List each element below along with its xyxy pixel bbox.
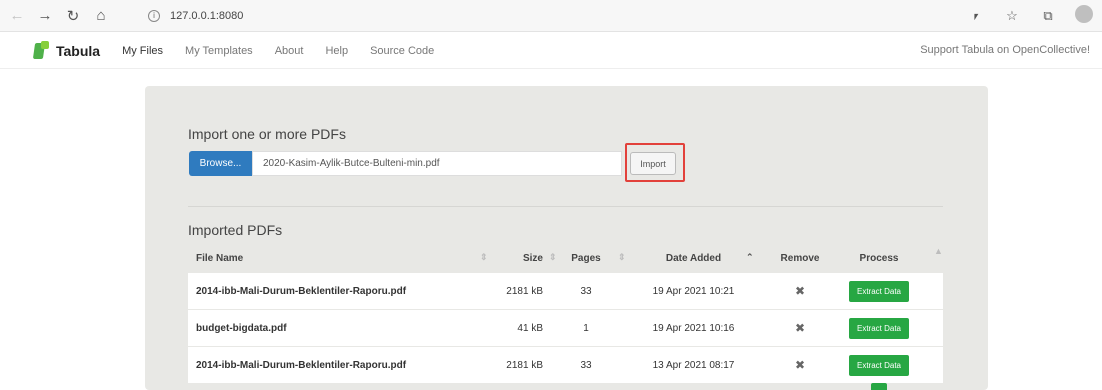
browse-button[interactable]: Browse... (189, 151, 252, 176)
col-date-added[interactable]: Date Added (621, 253, 766, 264)
forward-icon[interactable]: → (34, 5, 56, 27)
sort-icon[interactable]: ⇕ (549, 252, 557, 263)
home-icon[interactable]: ⌂ (90, 5, 112, 27)
scroll-up-icon[interactable]: ▲ (934, 246, 943, 256)
table-row: 2014-ibb-Mali-Durum-Beklentiler-Raporu.p… (188, 272, 943, 309)
date-added: 13 Apr 2021 08:17 (652, 359, 735, 371)
sort-up-icon[interactable]: ⌃ (746, 252, 754, 263)
browser-toolbar: ← → ↻ ⌂ i 127.0.0.1:8080 ⎖ ☆ ⧉ (0, 0, 1102, 32)
file-input[interactable]: 2020-Kasim-Aylik-Butce-Bulteni-min.pdf (252, 151, 622, 176)
file-size: 2181 kB (506, 285, 543, 297)
extract-data-button[interactable]: Extract Data (848, 317, 909, 339)
extract-data-button[interactable]: Extract Data (848, 354, 909, 376)
logo-text: Tabula (56, 42, 101, 59)
reader-icon[interactable]: ⎖ (966, 8, 986, 24)
file-size: 41 kB (517, 322, 543, 334)
col-remove: Remove (780, 252, 820, 264)
file-size: 2181 kB (506, 359, 543, 371)
remove-icon[interactable]: ✖ (795, 358, 805, 372)
import-button[interactable]: Import (630, 152, 676, 175)
col-pages[interactable]: Pages (551, 253, 621, 264)
page-count: 33 (580, 359, 592, 371)
extract-data-button-partial[interactable] (871, 383, 887, 390)
profile-icon[interactable] (1074, 5, 1094, 26)
date-added: 19 Apr 2021 10:21 (652, 285, 735, 297)
nav-my-templates[interactable]: My Templates (185, 45, 253, 57)
url-text: 127.0.0.1:8080 (170, 10, 244, 22)
pdf-table: File Name Size Pages Date Added Remove P… (188, 244, 943, 390)
table-row: budget-bigdata.pdf 41 kB 1 19 Apr 2021 1… (188, 309, 943, 346)
address-bar[interactable]: i 127.0.0.1:8080 (148, 6, 948, 26)
nav-about[interactable]: About (275, 45, 304, 57)
import-title: Import one or more PDFs (188, 126, 346, 142)
date-added: 19 Apr 2021 10:16 (652, 322, 735, 334)
extract-data-button[interactable]: Extract Data (848, 280, 909, 302)
col-process: Process (859, 252, 899, 264)
tabula-logo[interactable]: Tabula (32, 40, 101, 61)
remove-icon[interactable]: ✖ (795, 284, 805, 298)
collections-icon[interactable]: ⧉ (1038, 8, 1058, 24)
file-name[interactable]: budget-bigdata.pdf (188, 323, 488, 334)
favorites-icon[interactable]: ☆ (1002, 8, 1022, 24)
sort-icon[interactable]: ⇕ (618, 252, 626, 263)
page-count: 1 (583, 322, 589, 334)
info-icon[interactable]: i (148, 10, 160, 22)
divider (188, 206, 943, 207)
table-row: 2014-ibb-Mali-Durum-Beklentiler-Raporu.p… (188, 346, 943, 383)
imported-title: Imported PDFs (188, 222, 283, 238)
support-link[interactable]: Support Tabula on OpenCollective! (920, 44, 1090, 56)
app-navbar: Tabula My Files My Templates About Help … (0, 33, 1102, 69)
file-name[interactable]: 2014-ibb-Mali-Durum-Beklentiler-Raporu.p… (188, 286, 488, 297)
table-row-partial (188, 383, 943, 390)
back-icon[interactable]: ← (6, 5, 28, 27)
page-count: 33 (580, 285, 592, 297)
nav-help[interactable]: Help (325, 45, 348, 57)
file-name[interactable]: 2014-ibb-Mali-Durum-Beklentiler-Raporu.p… (188, 360, 488, 371)
sort-icon[interactable]: ⇕ (480, 252, 488, 263)
tabula-logo-icon (32, 40, 50, 61)
nav-source-code[interactable]: Source Code (370, 45, 434, 57)
col-file-name[interactable]: File Name (188, 253, 488, 264)
remove-icon[interactable]: ✖ (795, 321, 805, 335)
main-panel: Import one or more PDFs Browse... 2020-K… (145, 86, 988, 390)
col-size[interactable]: Size (488, 253, 551, 264)
table-header: File Name Size Pages Date Added Remove P… (188, 244, 943, 272)
nav-my-files[interactable]: My Files (122, 45, 163, 57)
reload-icon[interactable]: ↻ (62, 5, 84, 27)
